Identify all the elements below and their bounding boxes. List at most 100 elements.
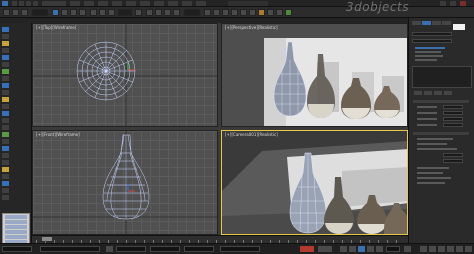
tool-icon[interactable] [2,146,9,151]
viewport-front[interactable]: [+][Front][Wireframe] [32,130,218,235]
tool-icon[interactable] [2,104,9,109]
tool-icon[interactable] [2,48,9,53]
select-by-name-icon[interactable] [61,9,68,16]
x-coordinate-field[interactable] [116,246,146,252]
close-icon[interactable] [460,1,466,6]
time-slider[interactable] [42,237,52,241]
maximize-viewport-icon[interactable] [465,246,472,252]
param-field[interactable] [443,117,463,121]
rollout-header[interactable] [413,132,469,135]
viewport-label[interactable]: [+][Camera001][Realistic] [225,132,278,137]
pan-icon[interactable] [447,246,454,252]
param-field[interactable] [443,105,463,109]
scene-row[interactable] [5,225,27,229]
schematic-view-icon[interactable] [249,9,256,16]
snap-icon[interactable] [146,9,153,16]
move-icon[interactable] [90,9,97,16]
tool-icon[interactable] [2,139,9,144]
modifier-list-dropdown[interactable] [412,39,452,43]
modify-icon[interactable] [422,21,431,25]
maxscript-listener-field[interactable] [2,246,32,252]
spinner-snap-icon[interactable] [173,9,180,16]
bind-icon[interactable] [21,9,28,16]
viewport-perspective[interactable]: [+][Perspective][Realistic] [221,23,408,127]
tool-icon[interactable] [2,125,9,130]
param-field[interactable] [443,111,463,115]
viewport-top[interactable]: [+][Top][Wireframe] [32,23,218,127]
tool-icon[interactable] [2,83,9,88]
scene-row[interactable] [5,215,27,219]
scene-row[interactable] [5,230,27,234]
app-icon[interactable] [2,1,8,6]
time-config-icon[interactable] [404,246,411,252]
save-icon[interactable] [33,1,38,6]
tool-icon[interactable] [2,41,9,46]
create-icon[interactable] [412,21,421,25]
current-frame-field[interactable] [386,246,400,252]
param-field[interactable] [443,123,463,127]
menu-item[interactable] [70,1,80,6]
region-select-icon[interactable] [70,9,77,16]
unlink-icon[interactable] [12,9,19,16]
go-to-end-icon[interactable] [376,246,383,252]
tool-icon[interactable] [2,69,9,74]
tool-icon[interactable] [2,62,9,67]
scene-row[interactable] [5,235,27,239]
tool-icon[interactable] [2,111,9,116]
rollout-header[interactable] [413,100,469,103]
tool-icon[interactable] [2,132,9,137]
viewport-label[interactable]: [+][Perspective][Realistic] [225,25,278,30]
menu-item[interactable] [140,1,150,6]
object-name-field[interactable] [412,32,452,36]
link-icon[interactable] [3,9,10,16]
modifier-stack-list[interactable] [412,66,472,88]
menu-item[interactable] [84,1,94,6]
percent-snap-icon[interactable] [164,9,171,16]
workspace-dropdown[interactable] [42,1,66,6]
reference-coordinate-dropdown[interactable] [118,9,132,16]
angle-snap-icon[interactable] [155,9,162,16]
menu-item[interactable] [98,1,108,6]
viewport-label[interactable]: [+][Top][Wireframe] [36,25,76,30]
mirror-icon[interactable] [204,9,211,16]
timeline[interactable] [32,235,408,243]
previous-frame-icon[interactable] [349,246,356,252]
param-field[interactable] [443,153,463,157]
play-icon[interactable] [358,246,365,252]
show-end-result-icon[interactable] [424,91,432,95]
motion-icon[interactable] [442,21,451,25]
auto-key-button[interactable] [300,246,314,252]
tool-icon[interactable] [2,118,9,123]
pin-stack-icon[interactable] [414,91,422,95]
hierarchy-icon[interactable] [432,21,441,25]
go-to-start-icon[interactable] [340,246,347,252]
menu-item[interactable] [168,1,178,6]
selection-filter-dropdown[interactable] [32,9,48,16]
remove-modifier-icon[interactable] [444,91,452,95]
orbit-icon[interactable] [456,246,463,252]
rendered-frame-icon[interactable] [276,9,283,16]
menu-item[interactable] [126,1,136,6]
tool-icon[interactable] [2,153,9,158]
maximize-icon[interactable] [450,1,456,6]
window-crossing-icon[interactable] [79,9,86,16]
align-icon[interactable] [213,9,220,16]
lock-selection-icon[interactable] [106,246,113,252]
menu-item[interactable] [154,1,164,6]
zoom-icon[interactable] [420,246,427,252]
tool-icon[interactable] [2,76,9,81]
make-unique-icon[interactable] [434,91,442,95]
select-icon[interactable] [52,9,59,16]
tool-icon[interactable] [2,90,9,95]
material-editor-icon[interactable] [258,9,265,16]
modifier-stack-item[interactable] [415,55,443,57]
tool-icon[interactable] [2,55,9,60]
zoom-all-icon[interactable] [429,246,436,252]
object-color-swatch[interactable] [453,24,465,30]
menu-item[interactable] [112,1,122,6]
render-setup-icon[interactable] [267,9,274,16]
viewport-label[interactable]: [+][Front][Wireframe] [36,132,80,137]
tool-icon[interactable] [2,160,9,165]
named-selection-sets-dropdown[interactable] [184,9,200,16]
viewport-camera[interactable]: [+][Camera001][Realistic] [221,130,408,235]
